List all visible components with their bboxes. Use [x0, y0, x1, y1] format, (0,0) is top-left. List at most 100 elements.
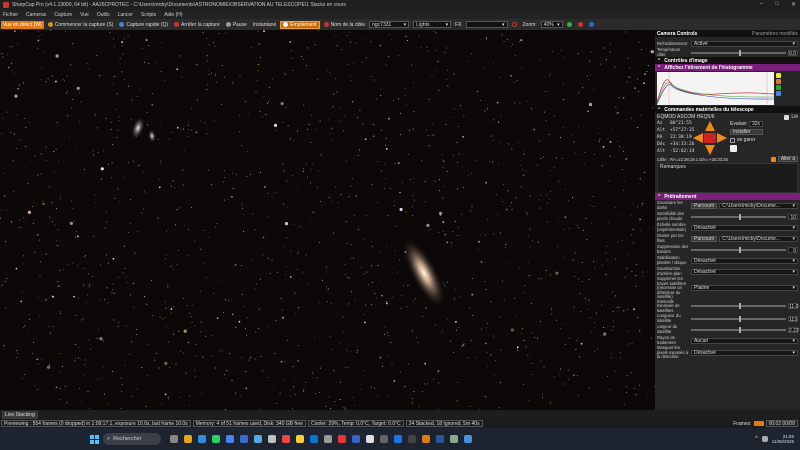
app-icon[interactable]	[352, 435, 360, 443]
stop-mount-button[interactable]	[704, 133, 716, 143]
darks-path-select[interactable]: C:\Users\micky\Docume... ▾	[719, 202, 798, 209]
save-icon[interactable]	[776, 91, 781, 96]
camera-controls-header[interactable]: Camera Controls Paramètres modifiés	[655, 30, 800, 37]
reset-icon[interactable]	[776, 79, 781, 84]
app-icon[interactable]	[394, 435, 402, 443]
app-icon[interactable]	[450, 435, 458, 443]
pause-button[interactable]: Pause	[224, 21, 249, 29]
app-icon[interactable]	[366, 435, 374, 443]
park-checkbox[interactable]	[730, 137, 735, 143]
stop-capture-button[interactable]: Arrêter la capture	[172, 21, 222, 29]
snapshot-button[interactable]: Instantané	[251, 21, 278, 29]
app-icon[interactable]	[268, 435, 276, 443]
banding-slider[interactable]	[691, 246, 786, 253]
edge-icon[interactable]	[198, 435, 206, 443]
fx-select[interactable]: ▾	[465, 21, 508, 28]
stop-icon	[174, 22, 180, 27]
telescope-header[interactable]: ⌃ Commandes matérielles du télescope	[655, 106, 800, 113]
menu-cameras[interactable]: Cameras	[26, 12, 46, 18]
ngc7331-galaxy	[401, 237, 447, 309]
quick-capture-button[interactable]: Capture rapide (Q)	[117, 21, 170, 29]
star-icon[interactable]	[730, 145, 737, 152]
taskbar-search[interactable]: ⌕ Rechercher	[103, 433, 161, 445]
live-view-button[interactable]: Vue en direct (W)	[1, 20, 44, 29]
zoom-out-button[interactable]	[576, 21, 585, 29]
task-view-icon[interactable]	[170, 435, 178, 443]
stabilization-select[interactable]: Désactivé ▾	[691, 257, 798, 264]
menu-file[interactable]: Fichier	[3, 12, 18, 18]
live-stacking-tab[interactable]: Live Stacking	[2, 410, 38, 419]
arrow-right-icon[interactable]	[717, 133, 727, 143]
app-icon[interactable]	[310, 435, 318, 443]
histogram-stretch[interactable]	[656, 72, 775, 105]
zoom-in-button[interactable]	[565, 21, 574, 29]
arrow-down-icon[interactable]	[705, 145, 715, 155]
menu-scripts[interactable]: Scripts	[141, 12, 156, 18]
app-icon[interactable]	[254, 435, 262, 443]
start-capture-button[interactable]: Commencer la capture (S)	[46, 21, 116, 29]
app-icon[interactable]	[324, 435, 332, 443]
sat-interval-slider[interactable]	[691, 303, 786, 310]
auto-stretch-icon[interactable]	[776, 73, 781, 78]
flats-path-select[interactable]: C:\Users\micky\Docume... ▾	[719, 235, 798, 242]
file-explorer-icon[interactable]	[184, 435, 192, 443]
pretreatment-header[interactable]: ⌃ Prétraitement	[655, 193, 800, 200]
lightning-icon[interactable]	[776, 85, 781, 90]
menu-view[interactable]: Vue	[80, 12, 89, 18]
tray-chevron-icon[interactable]: ^	[755, 436, 758, 442]
minimize-icon[interactable]: –	[760, 1, 763, 8]
settings-button[interactable]	[587, 21, 596, 29]
app-icon[interactable]	[296, 435, 304, 443]
mask-pixels-select[interactable]: Désactivé ▾	[691, 349, 798, 356]
remarks-box[interactable]: Remarques	[657, 163, 798, 193]
dark-scale-select[interactable]: Désactivé ▾	[691, 224, 798, 231]
reticle-button[interactable]	[510, 21, 519, 29]
satellite-select[interactable]: Platine ▾	[691, 285, 798, 292]
install-button[interactable]: Installer	[730, 129, 763, 135]
app-icon[interactable]	[464, 435, 472, 443]
cooling-select[interactable]: Activé ▾	[691, 41, 798, 47]
connected-checkbox[interactable]	[784, 114, 790, 120]
target-temp-value[interactable]: 0.0	[788, 49, 798, 57]
menu-help[interactable]: Aide (H)	[164, 12, 182, 18]
app-icon[interactable]	[240, 435, 248, 443]
maximize-icon[interactable]: □	[775, 1, 779, 8]
wifi-icon[interactable]	[761, 436, 768, 442]
app-icon[interactable]	[408, 435, 416, 443]
app-icon[interactable]	[282, 435, 290, 443]
image-controls-header[interactable]: ⌃ Contrôles d'image	[655, 57, 800, 64]
target-name-select[interactable]: ngc7331 ▾	[369, 21, 410, 28]
goto-button[interactable]: Aller à	[777, 156, 798, 162]
restore-params-checkbox[interactable]: Paramètres modifiés	[752, 31, 798, 37]
menu-capture[interactable]: Capture	[54, 12, 72, 18]
app-icon[interactable]	[436, 435, 444, 443]
app-icon[interactable]	[338, 435, 346, 443]
windows-start-icon[interactable]	[90, 434, 99, 444]
browse-flats-button[interactable]: Parcourir	[691, 235, 718, 242]
guide-rate-select[interactable]: 32x	[748, 121, 763, 127]
app-icon[interactable]	[380, 435, 388, 443]
frame-type-select[interactable]: Lights ▾	[413, 21, 452, 28]
background-select[interactable]: Désactivé ▾	[691, 268, 798, 275]
histogram-header[interactable]: ⌃ Affichez l'étirement de l'histogramme	[655, 64, 800, 71]
processing-radius-select[interactable]: Aucun ▾	[691, 337, 798, 344]
arrow-up-icon[interactable]	[705, 121, 715, 131]
browse-darks-button[interactable]: Parcourir	[691, 202, 718, 209]
whatsapp-icon[interactable]	[212, 435, 220, 443]
sat-length-slider[interactable]	[691, 315, 786, 322]
stacking-button[interactable]: Empilement	[280, 20, 320, 29]
close-icon[interactable]: ✕	[791, 1, 796, 8]
arrow-right-icon[interactable]	[770, 156, 776, 162]
arrow-left-icon[interactable]	[693, 133, 703, 143]
target-temp-slider[interactable]	[691, 49, 786, 56]
hot-pixel-row: Sensibilité des pixels chauds 10	[657, 211, 798, 221]
zoom-select[interactable]: 40% ▾	[540, 21, 563, 28]
menu-run[interactable]: Lancer	[118, 12, 133, 18]
sharpcap-icon[interactable]	[422, 435, 430, 443]
hot-pixel-slider[interactable]	[691, 213, 786, 220]
chrome-icon[interactable]	[226, 435, 234, 443]
menu-tools[interactable]: Outils	[97, 12, 110, 18]
sat-width-slider[interactable]	[691, 326, 786, 333]
live-image-view[interactable]	[0, 30, 655, 410]
clock[interactable]: 21:55 11/08/2026	[772, 434, 794, 444]
